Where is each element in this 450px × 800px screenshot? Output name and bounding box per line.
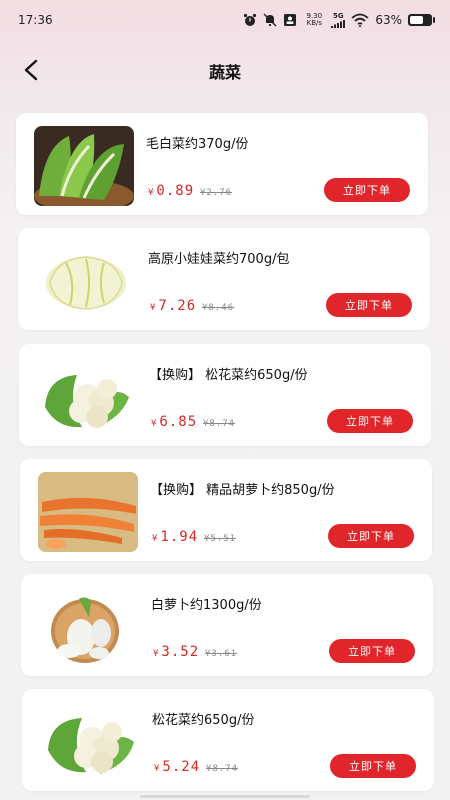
currency-symbol: ¥ bbox=[154, 764, 161, 774]
product-price: ¥6.85 bbox=[151, 414, 197, 430]
product-card[interactable]: 白萝卜约1300g/份 ¥3.52 ¥3.61 立即下单 bbox=[21, 574, 433, 676]
product-image bbox=[36, 241, 136, 321]
product-card[interactable]: 高原小娃娃菜约700g/包 ¥7.26 ¥8.46 立即下单 bbox=[18, 228, 430, 330]
order-now-button[interactable]: 立即下单 bbox=[324, 178, 410, 202]
product-name: 松花菜约650g/份 bbox=[152, 713, 255, 728]
product-price: ¥5.24 bbox=[154, 759, 200, 775]
white-radish-image bbox=[39, 587, 139, 667]
battery-level bbox=[410, 16, 423, 24]
product-image bbox=[40, 702, 140, 782]
product-card[interactable]: 【换购】 松花菜约650g/份 ¥6.85 ¥8.74 立即下单 bbox=[19, 344, 431, 446]
napa-cabbage-image bbox=[34, 126, 134, 206]
price-value: 0.89 bbox=[156, 183, 195, 199]
alarm-icon bbox=[244, 13, 257, 26]
currency-symbol: ¥ bbox=[153, 649, 160, 659]
original-price: ¥2.76 bbox=[200, 188, 233, 198]
network-speed-unit: KB/s bbox=[306, 19, 323, 27]
currency-symbol: ¥ bbox=[152, 534, 159, 544]
original-price: ¥3.61 bbox=[205, 649, 238, 659]
product-image bbox=[39, 587, 139, 667]
network-speed: 9.30 KB/s bbox=[303, 13, 325, 27]
original-price: ¥5.51 bbox=[204, 534, 237, 544]
product-image bbox=[34, 126, 134, 206]
battery-icon bbox=[408, 14, 435, 26]
cauliflower-image bbox=[40, 702, 140, 782]
product-image bbox=[37, 357, 137, 437]
product-name: 高原小娃娃菜约700g/包 bbox=[148, 252, 290, 267]
home-indicator bbox=[140, 795, 310, 798]
status-icons: 9.30 KB/s 5G 63% bbox=[243, 12, 435, 28]
product-image bbox=[38, 472, 138, 552]
network-type: 5G bbox=[333, 12, 344, 20]
currency-symbol: ¥ bbox=[148, 188, 155, 198]
product-price: ¥7.26 bbox=[150, 298, 196, 314]
product-price: ¥3.52 bbox=[153, 644, 199, 660]
contact-card-icon bbox=[284, 14, 297, 26]
status-time: 17:36 bbox=[18, 13, 53, 27]
product-name: 【换购】 精品胡萝卜约850g/份 bbox=[150, 483, 335, 498]
product-card[interactable]: 【换购】 精品胡萝卜约850g/份 ¥1.94 ¥5.51 立即下单 bbox=[20, 459, 432, 561]
order-now-button[interactable]: 立即下单 bbox=[330, 754, 416, 778]
product-name: 毛白菜约370g/份 bbox=[146, 137, 249, 152]
price-value: 1.94 bbox=[160, 529, 199, 545]
order-now-button[interactable]: 立即下单 bbox=[326, 293, 412, 317]
status-bar: 17:36 9.30 KB/s 5G 63% bbox=[0, 0, 450, 40]
battery-percent: 63% bbox=[375, 13, 402, 27]
original-price: ¥8.46 bbox=[202, 303, 235, 313]
price-value: 5.24 bbox=[162, 759, 201, 775]
product-card[interactable]: 松花菜约650g/份 ¥5.24 ¥8.74 立即下单 bbox=[22, 689, 434, 791]
currency-symbol: ¥ bbox=[151, 419, 158, 429]
order-now-button[interactable]: 立即下单 bbox=[329, 639, 415, 663]
product-name: 【换购】 松花菜约650g/份 bbox=[149, 368, 308, 383]
product-price: ¥0.89 bbox=[148, 183, 194, 199]
baby-cabbage-image bbox=[36, 241, 136, 321]
wifi-icon bbox=[351, 13, 369, 27]
currency-symbol: ¥ bbox=[150, 303, 157, 313]
carrots-image bbox=[38, 472, 138, 552]
product-card[interactable]: 毛白菜约370g/份 ¥0.89 ¥2.76 立即下单 bbox=[16, 113, 428, 215]
page-header: 蔬菜 bbox=[0, 48, 450, 92]
original-price: ¥8.74 bbox=[203, 419, 236, 429]
original-price: ¥8.74 bbox=[206, 764, 239, 774]
signal-bars-icon bbox=[331, 20, 346, 28]
product-price: ¥1.94 bbox=[152, 529, 198, 545]
price-value: 3.52 bbox=[161, 644, 200, 660]
cellular-signal: 5G bbox=[331, 12, 346, 28]
mute-icon bbox=[263, 13, 277, 27]
product-name: 白萝卜约1300g/份 bbox=[151, 598, 262, 613]
price-value: 6.85 bbox=[159, 414, 198, 430]
cauliflower-image bbox=[37, 357, 137, 437]
order-now-button[interactable]: 立即下单 bbox=[327, 409, 413, 433]
order-now-button[interactable]: 立即下单 bbox=[328, 524, 414, 548]
page-title: 蔬菜 bbox=[208, 63, 241, 82]
price-value: 7.26 bbox=[158, 298, 197, 314]
